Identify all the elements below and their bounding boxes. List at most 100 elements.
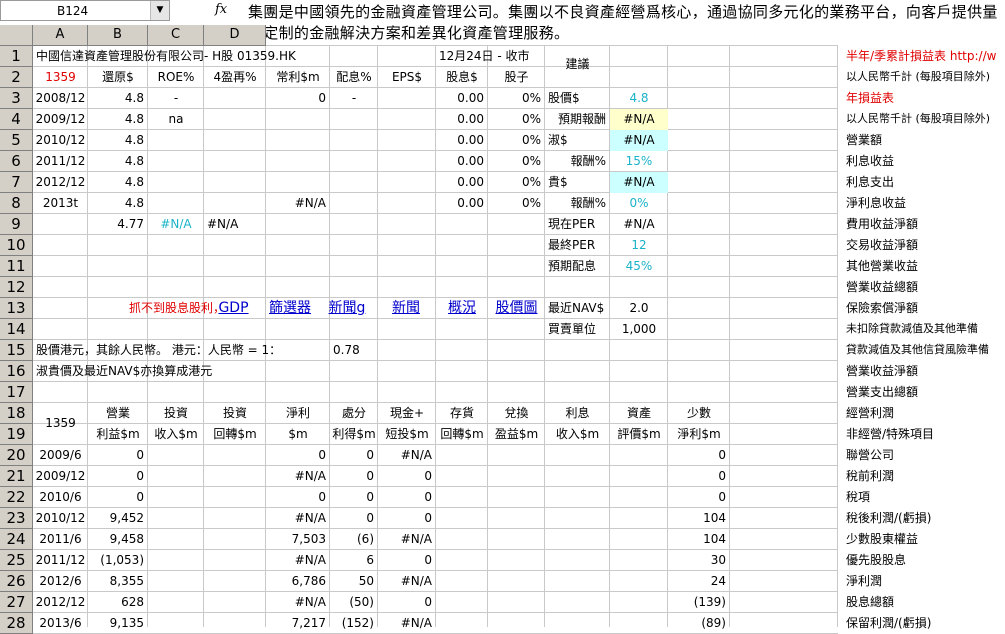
income-item[interactable]: 聯營公司 — [843, 445, 1005, 466]
value-cell[interactable] — [204, 193, 266, 214]
value-cell[interactable]: 0% — [488, 172, 545, 193]
value-cell[interactable] — [488, 592, 545, 613]
value-cell[interactable] — [266, 151, 330, 172]
value-cell[interactable]: - — [148, 88, 204, 109]
value-cell[interactable]: 6 — [330, 550, 378, 571]
row-header[interactable]: 5 — [0, 130, 33, 151]
value-cell[interactable] — [545, 571, 610, 592]
value-cell[interactable]: #N/A — [266, 193, 330, 214]
select-all-corner[interactable] — [0, 25, 33, 46]
value-cell[interactable] — [378, 172, 436, 193]
currency-note[interactable]: 股價港元，其餘人民幣。 港元：人民幣 = 1： — [33, 340, 330, 361]
value-cell[interactable]: 24 — [668, 571, 730, 592]
value-cell[interactable] — [148, 151, 204, 172]
value-cell[interactable]: 0.00 — [436, 130, 488, 151]
value-cell[interactable] — [436, 550, 488, 571]
value-cell[interactable] — [610, 550, 668, 571]
suggest-label[interactable]: 建議 — [545, 54, 610, 75]
column-label[interactable]: 4盈再% — [204, 67, 266, 88]
value-cell[interactable]: 0.00 — [436, 193, 488, 214]
value-cell[interactable]: 0.00 — [436, 88, 488, 109]
value-cell[interactable]: (1,053) — [88, 550, 148, 571]
company-title[interactable]: 中國信達資產管理股份有限公司- H股 01359.HK — [33, 46, 378, 67]
quote-date[interactable]: 12月24日 - 收市 — [436, 46, 545, 67]
income-item[interactable]: 保留利潤/(虧損) — [843, 613, 1005, 634]
column-header-d[interactable]: D — [204, 25, 266, 46]
value-cell[interactable] — [488, 445, 545, 466]
value-cell[interactable] — [204, 445, 266, 466]
exchange-rate[interactable]: 0.78 — [330, 340, 378, 361]
income-item[interactable]: 稅後利潤/(虧損) — [843, 508, 1005, 529]
value-cell[interactable] — [378, 109, 436, 130]
value-cell[interactable] — [610, 445, 668, 466]
income-item[interactable]: 交易收益淨額 — [843, 235, 1005, 256]
value-cell[interactable] — [148, 571, 204, 592]
value-cell[interactable]: 9,458 — [88, 529, 148, 550]
value-cell[interactable] — [378, 130, 436, 151]
value-cell[interactable]: 4.8 — [88, 130, 148, 151]
row-header[interactable]: 19 — [0, 424, 33, 445]
value-cell[interactable]: 0 — [378, 466, 436, 487]
link-0[interactable]: GDP — [205, 298, 262, 319]
value-cell[interactable]: 9,135 — [88, 613, 148, 634]
value-cell[interactable]: 0.00 — [436, 151, 488, 172]
value-cell[interactable]: 0 — [266, 445, 330, 466]
column-header-b[interactable]: B — [88, 25, 148, 46]
table-header[interactable]: 存貨 — [436, 403, 488, 424]
metric-value[interactable]: 12 — [610, 235, 668, 256]
metric-label[interactable]: 預期報酬 — [545, 109, 610, 130]
value-cell[interactable] — [266, 130, 330, 151]
table-subheader[interactable]: 收入$m — [545, 424, 610, 445]
row-header[interactable]: 12 — [0, 277, 33, 298]
column-label[interactable]: 股子 — [488, 67, 545, 88]
value-cell[interactable]: #N/A — [266, 550, 330, 571]
row-header[interactable]: 20 — [0, 445, 33, 466]
value-cell[interactable] — [204, 550, 266, 571]
row-header[interactable]: 28 — [0, 613, 33, 634]
value-cell[interactable] — [610, 466, 668, 487]
value-cell[interactable]: - — [330, 88, 378, 109]
value-cell[interactable]: 0 — [378, 592, 436, 613]
value-cell[interactable] — [204, 130, 266, 151]
year-cell[interactable]: 2010/12 — [33, 130, 88, 151]
value-cell[interactable] — [330, 130, 378, 151]
table-subheader[interactable]: 淨利$m — [668, 424, 730, 445]
metric-label[interactable]: 最終PER — [545, 235, 610, 256]
value-cell[interactable]: (152) — [330, 613, 378, 634]
income-item[interactable]: 營業收益總額 — [843, 277, 1005, 298]
income-item[interactable]: 優先股股息 — [843, 550, 1005, 571]
value-cell[interactable]: 4.8 — [88, 88, 148, 109]
value-cell[interactable] — [148, 466, 204, 487]
column-header-a[interactable]: A — [33, 25, 88, 46]
link-1[interactable]: 篩選器 — [262, 298, 318, 319]
year-cell[interactable]: 2008/12 — [33, 88, 88, 109]
income-item[interactable]: 利息收益 — [843, 151, 1005, 172]
value-cell[interactable]: (89) — [668, 613, 730, 634]
income-item[interactable]: 貸款減值及其他信貸風險準備 — [843, 340, 1005, 361]
value-cell[interactable]: 0 — [668, 466, 730, 487]
income-item[interactable]: 營業額 — [843, 130, 1005, 151]
row-header[interactable]: 23 — [0, 508, 33, 529]
year-cell[interactable]: 2009/12 — [33, 109, 88, 130]
value-cell[interactable]: 0 — [668, 445, 730, 466]
value-cell[interactable] — [545, 613, 610, 634]
value-cell[interactable]: 0 — [378, 508, 436, 529]
year-cell[interactable]: 2009/6 — [33, 445, 88, 466]
year-cell[interactable]: 2009/12 — [33, 466, 88, 487]
row-header[interactable]: 24 — [0, 529, 33, 550]
value-cell[interactable] — [148, 130, 204, 151]
income-item[interactable]: 半年/季累計損益表 http://w — [843, 46, 1005, 67]
value-cell[interactable] — [436, 613, 488, 634]
value-cell[interactable] — [148, 592, 204, 613]
column-label[interactable]: ROE% — [148, 67, 204, 88]
row-header[interactable]: 18 — [0, 403, 33, 424]
value-cell[interactable] — [266, 172, 330, 193]
value-cell[interactable] — [545, 592, 610, 613]
value-cell[interactable]: 0 — [266, 88, 330, 109]
name-box[interactable]: B124 ▼ — [0, 0, 170, 21]
metric-value[interactable]: 1,000 — [610, 319, 668, 340]
value-cell[interactable]: 4.8 — [88, 151, 148, 172]
value-cell[interactable] — [204, 151, 266, 172]
table-header[interactable]: 投資 — [148, 403, 204, 424]
table-subheader[interactable]: 利益$m — [88, 424, 148, 445]
